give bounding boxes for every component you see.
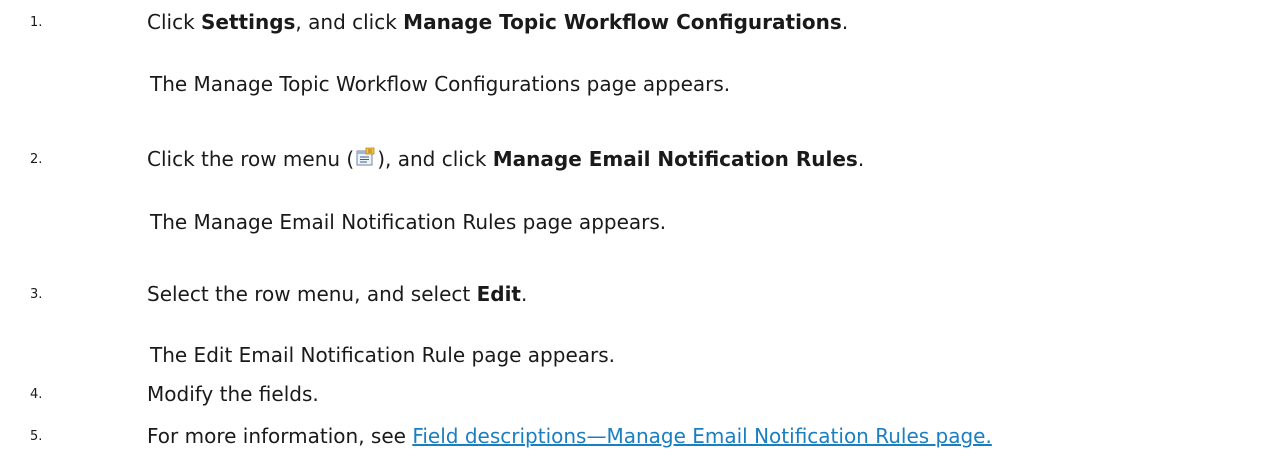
step-3-result: The Edit Email Notification Rule page ap… bbox=[150, 343, 616, 367]
ui-term-edit: Edit bbox=[476, 282, 521, 306]
step-number: 1. bbox=[30, 15, 43, 30]
step-number: 4. bbox=[30, 387, 43, 402]
step-3: 3. Select the row menu, and select Edit. bbox=[0, 278, 1261, 310]
ui-term-manage-email-notification-rules: Manage Email Notification Rules bbox=[492, 147, 858, 171]
step-2-result: The Manage Email Notification Rules page… bbox=[150, 210, 667, 234]
ui-term-manage-topic-workflow-configurations: Manage Topic Workflow Configurations bbox=[403, 10, 842, 34]
step-instruction: Click Settings, and click Manage Topic W… bbox=[147, 10, 849, 34]
step-instruction: Select the row menu, and select Edit. bbox=[147, 282, 528, 306]
ui-term-settings: Settings bbox=[201, 10, 296, 34]
step-number: 5. bbox=[30, 429, 43, 444]
row-menu-icon bbox=[355, 144, 376, 166]
step-5: 5. For more information, see Field descr… bbox=[0, 420, 1261, 452]
step-2: 2. Click the row menu ( ), and click Man… bbox=[0, 143, 1261, 175]
step-number: 2. bbox=[30, 152, 43, 167]
step-number: 3. bbox=[30, 287, 43, 302]
step-1-result: The Manage Topic Workflow Configurations… bbox=[150, 72, 731, 96]
field-descriptions-link[interactable]: Field descriptions—Manage Email Notifica… bbox=[412, 424, 992, 448]
step-instruction: For more information, see Field descript… bbox=[147, 424, 992, 448]
step-1: 1. Click Settings, and click Manage Topi… bbox=[0, 6, 1261, 38]
step-instruction: Modify the fields. bbox=[147, 382, 319, 406]
step-instruction: Click the row menu ( ), and click Manage… bbox=[147, 143, 864, 175]
step-4: 4. Modify the fields. bbox=[0, 378, 1261, 410]
